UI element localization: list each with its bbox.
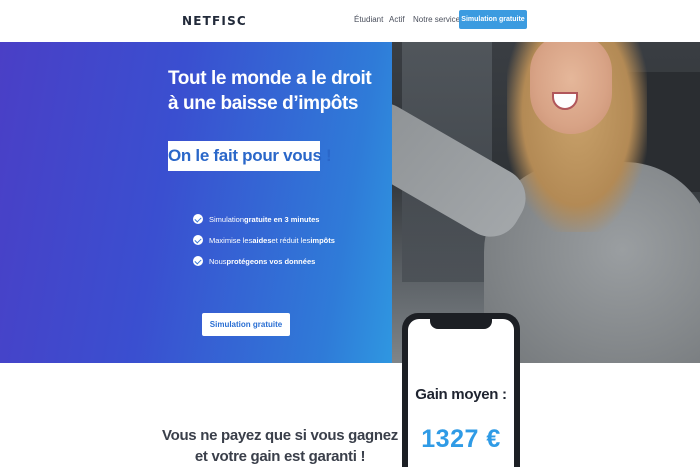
- phone-notch: [430, 319, 492, 329]
- section-title-line-2: et votre gain est garanti !: [194, 448, 366, 465]
- feature-text-bold: impôts: [310, 235, 335, 245]
- feature-item: Maximise les aides et réduit les impôts: [193, 233, 335, 247]
- feature-list: Simulation gratuite en 3 minutes Maximis…: [193, 212, 335, 275]
- check-circle-icon: [193, 256, 203, 266]
- site-header: NETFISC Étudiant Actif Notre service Sim…: [0, 0, 700, 42]
- section-title-line-1: Vous ne payez que si vous gagnez: [161, 427, 399, 444]
- hero-title: Tout le monde a le droit à une baisse d’…: [168, 66, 408, 116]
- section-title: Vous ne payez que si vous gagnez et votr…: [150, 425, 410, 467]
- feature-text: Maximise les: [209, 235, 253, 245]
- hero-badge: On le fait pour vous !: [168, 141, 332, 171]
- nav-link-actif[interactable]: Actif: [389, 15, 405, 24]
- feature-text-bold: protégeons vos données: [226, 256, 316, 266]
- photo-face: [530, 42, 612, 134]
- feature-text: Simulation: [209, 214, 245, 224]
- hero-title-line-1: Tout le monde a le droit: [168, 68, 372, 89]
- feature-item: Nous protégeons vos données: [193, 254, 335, 268]
- header-simulation-button[interactable]: Simulation gratuite: [459, 10, 527, 29]
- phone-screen: Gain moyen : 1327 €: [408, 319, 514, 467]
- feature-item: Simulation gratuite en 3 minutes: [193, 212, 335, 226]
- hero-section: Tout le monde a le droit à une baisse d’…: [0, 42, 700, 363]
- feature-text: Nous: [209, 256, 227, 266]
- feature-text: et réduit les: [271, 235, 311, 245]
- nav-link-etudiant[interactable]: Étudiant: [354, 15, 383, 24]
- hero-simulation-button[interactable]: Simulation gratuite: [202, 313, 290, 336]
- hero-title-line-2: à une baisse d’impôts: [168, 93, 359, 114]
- feature-text-bold: gratuite en 3 minutes: [244, 214, 320, 224]
- check-circle-icon: [193, 214, 203, 224]
- average-gain-value: 1327 €: [421, 425, 501, 453]
- phone-mockup: Gain moyen : 1327 €: [402, 313, 520, 467]
- average-gain-label: Gain moyen :: [415, 386, 507, 403]
- feature-text-bold: aides: [252, 235, 272, 245]
- nav-link-notre-service[interactable]: Notre service: [413, 15, 460, 24]
- check-circle-icon: [193, 235, 203, 245]
- logo[interactable]: NETFISC: [182, 14, 247, 28]
